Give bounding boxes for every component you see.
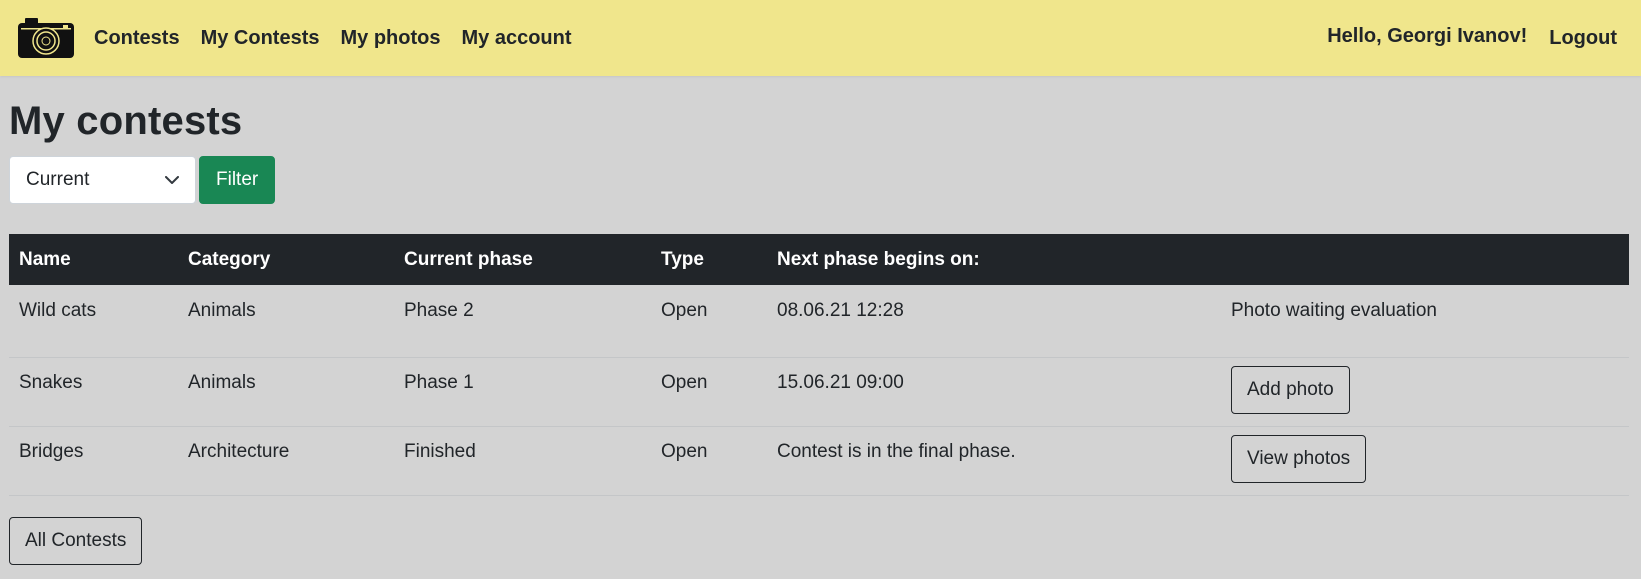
cell-phase: Finished	[394, 426, 651, 496]
header-type: Type	[661, 248, 704, 270]
camera-icon[interactable]	[18, 16, 74, 60]
table-row: Bridges Architecture Finished Open Conte…	[9, 426, 1629, 496]
header-category: Category	[188, 248, 271, 270]
cell-category: Architecture	[178, 426, 394, 496]
add-photo-button[interactable]: Add photo	[1231, 365, 1350, 414]
nav-link-contests[interactable]: Contests	[94, 27, 180, 50]
cell-next-phase: 15.06.21 09:00	[767, 357, 1221, 427]
filter-row: Current Filter	[9, 156, 1632, 204]
cell-type: Open	[651, 426, 767, 496]
logout-link[interactable]: Logout	[1549, 27, 1617, 50]
contests-table: Name Category Current phase Type Next ph…	[9, 234, 1629, 496]
table-row: Wild cats Animals Phase 2 Open 08.06.21 …	[9, 285, 1629, 358]
cell-action: Add photo	[1221, 357, 1629, 427]
cell-category: Animals	[178, 285, 394, 358]
cell-name: Wild cats	[9, 285, 178, 358]
table-row: Snakes Animals Phase 1 Open 15.06.21 09:…	[9, 357, 1629, 427]
contest-filter-select[interactable]: Current	[9, 156, 196, 204]
all-contests-button[interactable]: All Contests	[9, 516, 143, 565]
nav-right: Hello, Georgi Ivanov! Logout	[1327, 25, 1623, 50]
header-next-phase: Next phase begins on:	[777, 248, 980, 270]
header-current-phase: Current phase	[404, 248, 533, 270]
main-content: My contests Current Filter Name Category…	[0, 101, 1641, 565]
page-title: My contests	[9, 99, 243, 143]
cell-phase: Phase 1	[394, 357, 651, 427]
cell-name: Bridges	[9, 426, 178, 496]
navbar: Contests My Contests My photos My accoun…	[0, 0, 1641, 76]
cell-type: Open	[651, 285, 767, 358]
contest-filter-selected-value: Current	[26, 169, 90, 190]
filter-button[interactable]: Filter	[199, 156, 276, 204]
table-header-row: Name Category Current phase Type Next ph…	[9, 234, 1629, 285]
cell-phase: Phase 2	[394, 285, 651, 358]
header-name: Name	[19, 248, 71, 270]
cell-status: Photo waiting evaluation	[1221, 285, 1629, 358]
cell-category: Animals	[178, 357, 394, 427]
view-photos-button[interactable]: View photos	[1231, 434, 1367, 483]
nav-link-my-account[interactable]: My account	[461, 27, 571, 50]
nav-link-my-photos[interactable]: My photos	[340, 27, 440, 50]
nav-link-my-contests[interactable]: My Contests	[201, 27, 320, 50]
cell-type: Open	[651, 357, 767, 427]
user-greeting: Hello, Georgi Ivanov!	[1327, 25, 1528, 47]
cell-next-phase: Contest is in the final phase.	[767, 426, 1221, 496]
header-actions	[1221, 234, 1629, 285]
cell-action: View photos	[1221, 426, 1629, 496]
cell-name: Snakes	[9, 357, 178, 427]
cell-next-phase: 08.06.21 12:28	[767, 285, 1221, 358]
chevron-down-icon	[165, 175, 179, 185]
